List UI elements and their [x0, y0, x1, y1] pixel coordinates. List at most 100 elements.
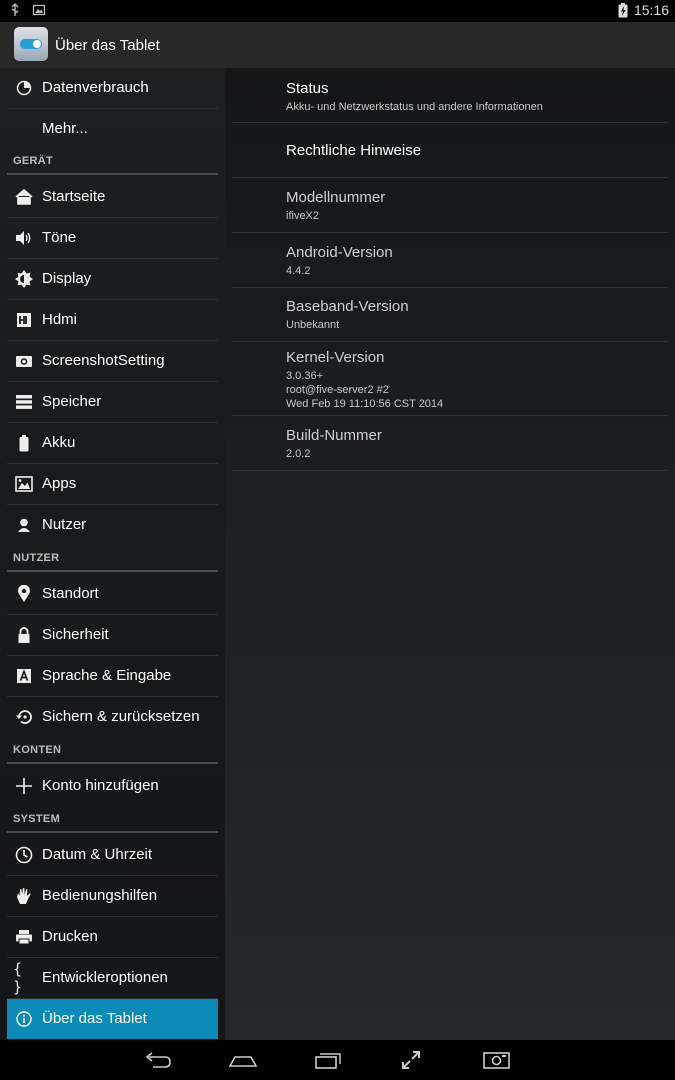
page-title: Über das Tablet — [55, 37, 160, 54]
settings-app-icon[interactable] — [14, 27, 48, 61]
sidebar-item-mehr[interactable]: Mehr... — [7, 109, 218, 149]
sidebar-item-entwickleroptionen[interactable]: { } Entwickleroptionen — [7, 958, 218, 999]
sidebar-item-apps[interactable]: Apps — [7, 464, 218, 505]
sidebar-item-nutzer[interactable]: Nutzer — [7, 505, 218, 545]
accessibility-icon — [15, 887, 33, 905]
user-icon — [15, 516, 33, 534]
navigation-bar — [0, 1040, 675, 1080]
sidebar-item-label: Speicher — [42, 393, 102, 410]
section-header-geraet: GERÄT — [7, 153, 218, 175]
battery-icon — [15, 434, 33, 452]
item-title: Baseband-Version — [286, 298, 409, 315]
sidebar-item-label: ScreenshotSetting — [42, 352, 165, 369]
sidebar-item-label: Entwickleroptionen — [42, 969, 168, 986]
sidebar-item-label: Töne — [42, 229, 77, 246]
language-icon — [15, 667, 33, 685]
item-subtitle: 2.0.2 — [286, 448, 311, 460]
add-icon — [15, 777, 33, 795]
recent-apps-icon[interactable] — [313, 1050, 343, 1070]
sidebar-item-label: Hdmi — [42, 311, 78, 328]
action-bar: Über das Tablet — [0, 22, 675, 69]
status-bar: 15:16 — [0, 0, 675, 22]
sidebar-item-label: Mehr... — [42, 120, 88, 137]
model-number-item[interactable]: Modellnummer ifiveX2 — [232, 178, 668, 233]
kernel-version-item[interactable]: Kernel-Version 3.0.36+ root@five-server2… — [232, 342, 668, 416]
developer-icon: { } — [13, 960, 23, 996]
usb-icon — [11, 3, 19, 16]
sidebar-item-sprache[interactable]: Sprache & Eingabe — [7, 656, 218, 697]
sidebar-item-datum[interactable]: Datum & Uhrzeit — [7, 835, 218, 876]
sidebar-item-standort[interactable]: Standort — [7, 574, 218, 615]
sidebar-item-akku[interactable]: Akku — [7, 423, 218, 464]
item-subtitle: 3.0.36+ root@five-server2 #2 Wed Feb 19 … — [286, 370, 444, 410]
sidebar-item-hdmi[interactable]: Hdmi — [7, 300, 218, 341]
android-version-item[interactable]: Android-Version 4.4.2 — [232, 233, 668, 288]
item-title: Modellnummer — [286, 189, 386, 206]
home-nav-icon[interactable] — [228, 1050, 258, 1070]
sidebar-item-label: Bedienungshilfen — [42, 887, 158, 904]
home-icon — [15, 188, 33, 206]
build-number-item[interactable]: Build-Nummer 2.0.2 — [232, 416, 668, 471]
item-title: Rechtliche Hinweise — [286, 142, 422, 159]
storage-icon — [15, 393, 33, 411]
hdmi-icon — [15, 311, 33, 329]
sidebar-item-label: Apps — [42, 475, 77, 492]
expand-icon[interactable] — [396, 1050, 426, 1070]
sidebar-item-sicherheit[interactable]: Sicherheit — [7, 615, 218, 656]
sidebar-item-speicher[interactable]: Speicher — [7, 382, 218, 423]
sidebar-item-datenverbrauch[interactable]: Datenverbrauch — [7, 68, 218, 109]
item-title: Status — [286, 80, 329, 97]
print-icon — [15, 928, 33, 946]
item-subtitle: ifiveX2 — [286, 210, 320, 222]
sidebar-item-label: Display — [42, 270, 92, 287]
item-title: Android-Version — [286, 244, 393, 261]
item-subtitle: 4.4.2 — [286, 265, 311, 277]
sidebar-item-label: Nutzer — [42, 516, 87, 533]
screenshot-notification-icon — [32, 4, 46, 16]
back-icon[interactable] — [143, 1050, 173, 1070]
screenshot-button-icon[interactable] — [482, 1050, 512, 1070]
baseband-version-item[interactable]: Baseband-Version Unbekannt — [232, 288, 668, 342]
battery-charging-icon — [618, 2, 628, 17]
sidebar-item-sichern[interactable]: Sichern & zurücksetzen — [7, 697, 218, 737]
section-header-nutzer: NUTZER — [7, 550, 218, 572]
sidebar-item-label: Sprache & Eingabe — [42, 667, 172, 684]
sidebar-item-label: Standort — [42, 585, 99, 602]
sidebar-item-label: Akku — [42, 434, 76, 451]
sidebar-item-label: Sichern & zurücksetzen — [42, 708, 200, 725]
volume-icon — [15, 229, 33, 247]
brightness-icon — [15, 270, 33, 288]
sidebar-item-ueber-das-tablet[interactable]: Über das Tablet — [7, 999, 218, 1039]
item-title: Kernel-Version — [286, 349, 385, 366]
sidebar-item-screenshotsetting[interactable]: ScreenshotSetting — [7, 341, 218, 382]
sidebar-item-label: Startseite — [42, 188, 106, 205]
sidebar-item-label: Drucken — [42, 928, 98, 945]
sidebar-item-startseite[interactable]: Startseite — [7, 177, 218, 218]
clock-icon — [15, 846, 33, 864]
info-icon — [15, 1010, 33, 1028]
section-header-konten: KONTEN — [7, 742, 218, 764]
sidebar-item-label: Konto hinzufügen — [42, 777, 159, 794]
sidebar-item-label: Datum & Uhrzeit — [42, 846, 153, 863]
status-item[interactable]: Status Akku- und Netzwerkstatus und ande… — [232, 68, 668, 123]
camera-icon — [15, 352, 33, 370]
sidebar-item-bedienungshilfen[interactable]: Bedienungshilfen — [7, 876, 218, 917]
location-icon — [15, 585, 33, 603]
item-title: Build-Nummer — [286, 427, 382, 444]
lock-icon — [15, 626, 33, 644]
sidebar-item-label: Datenverbrauch — [42, 79, 149, 96]
sidebar-item-konto-hinzufuegen[interactable]: Konto hinzufügen — [7, 766, 218, 806]
settings-sidebar: Datenverbrauch Mehr... GERÄT Startseite … — [0, 68, 225, 1040]
sidebar-item-label: Sicherheit — [42, 626, 109, 643]
data-usage-icon — [15, 79, 33, 97]
item-subtitle: Unbekannt — [286, 319, 340, 331]
backup-icon — [15, 708, 33, 726]
about-tablet-panel: Status Akku- und Netzwerkstatus und ande… — [225, 68, 675, 1040]
sidebar-item-display[interactable]: Display — [7, 259, 218, 300]
section-header-system: SYSTEM — [7, 811, 218, 833]
clock-time: 15:16 — [633, 2, 669, 18]
sidebar-item-drucken[interactable]: Drucken — [7, 917, 218, 958]
sidebar-item-toene[interactable]: Töne — [7, 218, 218, 259]
legal-notices-item[interactable]: Rechtliche Hinweise — [232, 123, 668, 178]
apps-icon — [15, 475, 33, 493]
